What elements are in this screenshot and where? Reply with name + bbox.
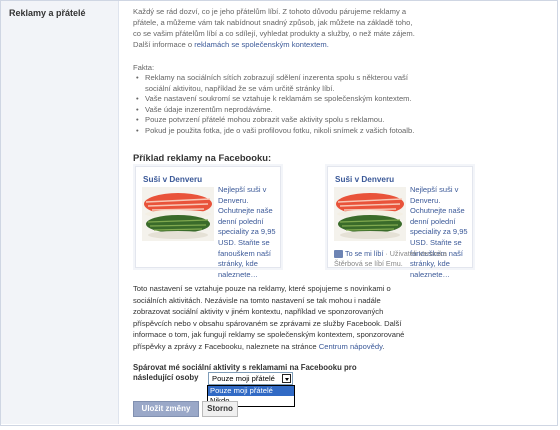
- select-value: Pouze moji přátelé: [212, 374, 275, 383]
- sushi-image[interactable]: [334, 187, 406, 241]
- fact-text: Pokud je použita fotka, jde o vaši profi…: [145, 125, 415, 135]
- option-friends-only[interactable]: Pouze moji přátelé: [208, 386, 294, 396]
- explanation-suffix: .: [382, 341, 385, 351]
- facts-heading: Fakta:: [133, 63, 155, 72]
- help-center-link[interactable]: Centrum nápovědy: [319, 342, 383, 351]
- intro-line-2: přátele, a můžeme vám tak nabídnout snad…: [133, 18, 413, 27]
- explanation-text: Toto nastavení se vztahuje pouze na rekl…: [133, 283, 405, 353]
- section-title: Reklamy a přátelé: [9, 8, 86, 18]
- intro-line-1: Každý se rád dozví, co je jeho přátelům …: [133, 7, 407, 16]
- fact-item: Pouze potvrzení přátelé mohou zobrazit v…: [135, 115, 430, 126]
- ad-social-context: To se mi líbí · Uživateli Veronika Štěrb…: [334, 249, 470, 269]
- example-ad: Suši v Denveru Nejlepší suši v Denveru. …: [135, 166, 281, 279]
- fact-item: Reklamy na sociálních sítích zobrazují s…: [135, 73, 430, 94]
- like-link[interactable]: To se mi líbí: [345, 249, 383, 258]
- pairing-label-line2: následující osoby: [133, 373, 199, 382]
- ad-body-text: Nejlepší suši v Denveru. Ochutnejte naše…: [218, 185, 276, 279]
- thumbs-up-icon: [334, 250, 343, 259]
- fact-item: Vaše údaje inzerentům neprodáváme.: [135, 105, 430, 116]
- save-button[interactable]: Uložit změny: [133, 401, 199, 417]
- section-sidebar: Reklamy a přátelé: [1, 1, 119, 424]
- explanation-body: Toto nastavení se vztahuje pouze na rekl…: [133, 284, 405, 351]
- ad-title-link[interactable]: Suši v Denveru: [143, 175, 202, 184]
- example-title: Příklad reklamy na Facebooku:: [133, 152, 272, 163]
- fact-item: Pokud je použita fotka, jde o vaši profi…: [135, 126, 430, 137]
- fact-text: sociální aktivitou, například že se vám …: [145, 83, 335, 93]
- intro-line-4: Další informace o reklamách se společens…: [133, 39, 329, 50]
- example-ad-social: Suši v Denveru Nejlepší suši v Denveru. …: [327, 166, 473, 279]
- fact-text: Pouze potvrzení přátelé mohou zobrazit v…: [145, 115, 385, 125]
- ad-title-link[interactable]: Suši v Denveru: [335, 175, 394, 184]
- fact-text: Vaše nastavení soukromí se vztahuje k re…: [145, 94, 412, 104]
- chevron-down-icon[interactable]: [282, 374, 291, 383]
- intro-more-prefix: Další informace o: [133, 40, 195, 49]
- pairing-audience-select[interactable]: Pouze moji přátelé: [208, 372, 293, 385]
- sushi-image[interactable]: [142, 187, 214, 241]
- cancel-button[interactable]: Storno: [202, 401, 238, 417]
- facts-list: Reklamy na sociálních sítích zobrazují s…: [135, 73, 430, 137]
- social-ads-link[interactable]: reklamách se společenským kontextem.: [194, 40, 329, 49]
- intro-line-3: co se vašim přátelům líbí a co sdílejí, …: [133, 29, 415, 38]
- fact-item: Vaše nastavení soukromí se vztahuje k re…: [135, 94, 430, 105]
- fact-text: Vaše údaje inzerentům neprodáváme.: [145, 104, 273, 114]
- fact-text: Reklamy na sociálních sítích zobrazují s…: [145, 73, 408, 82]
